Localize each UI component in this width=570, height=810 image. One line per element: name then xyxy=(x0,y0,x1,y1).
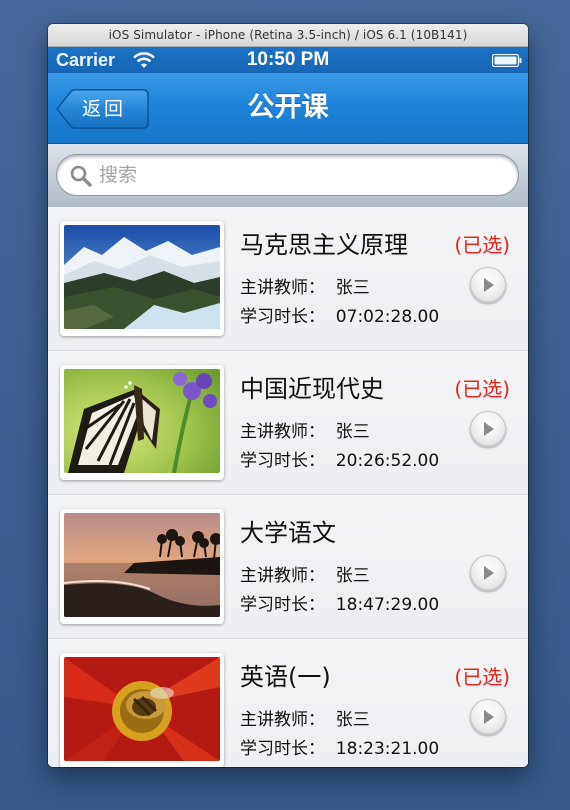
course-row[interactable]: 马克思主义原理 (已选) 主讲教师： 张三 学习时长： 07:02:28.00 xyxy=(48,207,528,351)
play-button[interactable] xyxy=(470,411,506,447)
play-button[interactable] xyxy=(470,555,506,591)
bee-on-flower-image xyxy=(64,657,220,761)
play-icon xyxy=(484,278,494,292)
play-button[interactable] xyxy=(470,699,506,735)
navigation-bar: 返回 公开课 xyxy=(48,73,528,144)
butterfly-image xyxy=(64,369,220,473)
course-thumbnail xyxy=(60,221,224,336)
play-button[interactable] xyxy=(470,267,506,303)
search-input[interactable] xyxy=(99,160,499,190)
course-list: 马克思主义原理 (已选) 主讲教师： 张三 学习时长： 07:02:28.00 xyxy=(48,207,528,767)
page-title: 公开课 xyxy=(247,92,329,123)
study-duration: 学习时长： 07:02:28.00 xyxy=(240,307,440,327)
search-bar xyxy=(48,144,528,209)
selected-status: (已选) xyxy=(454,665,510,689)
beach-sunset-image xyxy=(64,513,220,617)
study-duration: 学习时长： 18:47:29.00 xyxy=(240,595,440,615)
course-name: 英语(一) xyxy=(240,663,331,691)
study-duration: 学习时长： 20:26:52.00 xyxy=(240,451,440,471)
teacher-label: 主讲教师： 张三 xyxy=(240,710,370,730)
course-thumbnail xyxy=(60,653,224,767)
teacher-label: 主讲教师： 张三 xyxy=(240,566,370,586)
study-duration: 学习时长： 18:23:21.00 xyxy=(240,739,440,759)
course-name: 中国近现代史 xyxy=(240,375,384,403)
play-icon xyxy=(484,710,494,724)
course-name: 大学语文 xyxy=(240,519,336,547)
mountain-landscape-image xyxy=(64,225,220,329)
battery-icon xyxy=(492,54,522,67)
course-row[interactable]: 英语(一) (已选) 主讲教师： 张三 学习时长： 18:23:21.00 xyxy=(48,639,528,767)
course-row[interactable]: 中国近现代史 (已选) 主讲教师： 张三 学习时长： 20:26:52.00 xyxy=(48,351,528,495)
search-icon xyxy=(70,165,92,187)
selected-status: (已选) xyxy=(454,233,510,257)
course-row[interactable]: 大学语文 主讲教师： 张三 学习时长： 18:47:29.00 xyxy=(48,495,528,639)
play-icon xyxy=(484,566,494,580)
course-thumbnail xyxy=(60,365,224,480)
course-name: 马克思主义原理 xyxy=(240,231,408,259)
simulator-title: iOS Simulator - iPhone (Retina 3.5-inch)… xyxy=(48,24,528,47)
teacher-label: 主讲教师： 张三 xyxy=(240,278,370,298)
clock: 10:50 PM xyxy=(246,49,330,70)
play-icon xyxy=(484,422,494,436)
selected-status: (已选) xyxy=(454,377,510,401)
teacher-label: 主讲教师： 张三 xyxy=(240,422,370,442)
search-field[interactable] xyxy=(56,154,519,196)
status-bar: Carrier 10:50 PM xyxy=(48,47,528,73)
simulator-window: iOS Simulator - iPhone (Retina 3.5-inch)… xyxy=(48,24,528,767)
course-thumbnail xyxy=(60,509,224,624)
